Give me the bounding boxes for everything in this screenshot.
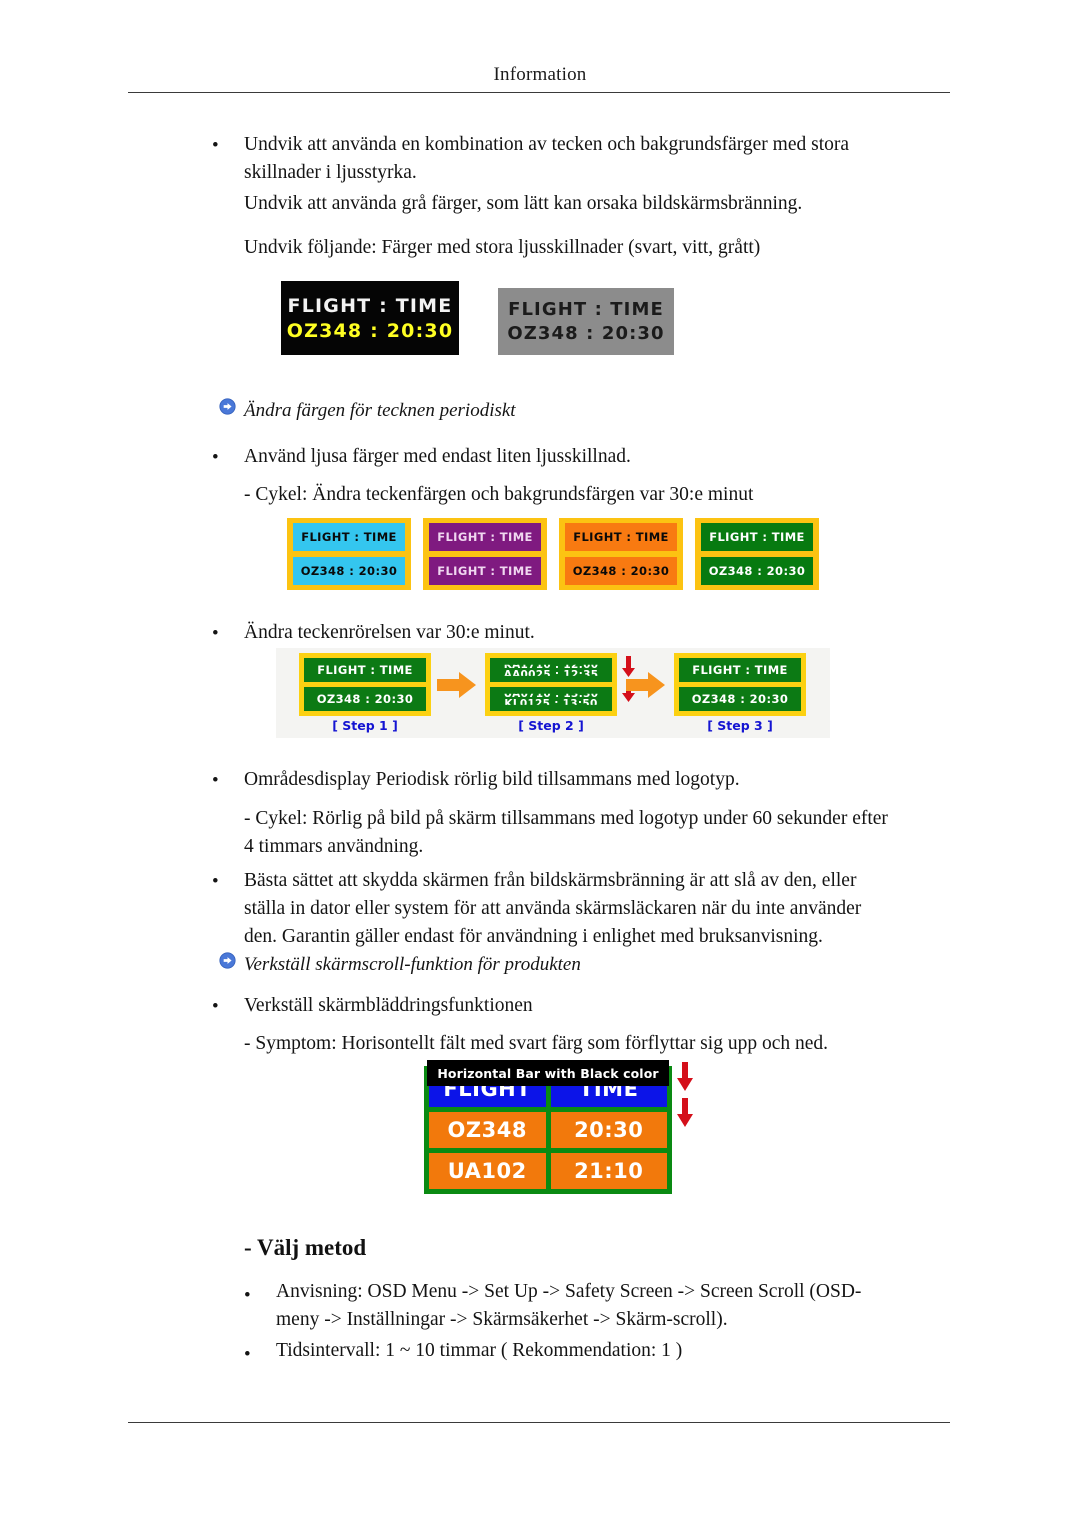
scroll-line-top: KA1710 : 12:00 xyxy=(503,658,599,671)
scroll-line-bottom: KL0125 : 13:50 xyxy=(504,697,598,710)
panel-line-1: FLIGHT : TIME xyxy=(565,523,677,551)
lcd-panel-grey: FLIGHT : TIME OZ348 : 20:30 xyxy=(498,288,674,355)
board-row-data: UA102 21:10 xyxy=(429,1153,667,1189)
panel-line-2: OZ348 : 20:30 xyxy=(293,557,405,585)
paragraph-use-bright-colors: Använd ljusa färger med endast liten lju… xyxy=(244,446,631,467)
board-cell-flight-number: OZ348 xyxy=(429,1112,546,1148)
paragraph-change-char-movement: Ändra teckenrörelsen var 30:e minut. xyxy=(244,622,535,643)
scroll-line-top: UA0710 : 13:30 xyxy=(503,687,599,700)
board-row-data: OZ348 20:30 xyxy=(429,1112,667,1148)
paragraph-best-protection: Bästa sättet att skydda skärmen från bil… xyxy=(244,870,862,947)
blue-arrow-bullet-icon xyxy=(219,398,236,415)
document-page: Information • Undvik att använda en komb… xyxy=(0,0,1080,1527)
step-line-1: FLIGHT : TIME xyxy=(679,658,801,682)
orange-right-arrow-icon xyxy=(437,672,476,698)
red-down-arrow-icon xyxy=(677,1098,693,1127)
bullet-marker: • xyxy=(212,871,219,892)
board-cell-time-value: 21:10 xyxy=(550,1153,667,1189)
lcd-line-flight-time: FLIGHT : TIME xyxy=(287,294,453,317)
bullet-marker: • xyxy=(212,447,219,468)
header-rule xyxy=(128,92,950,93)
figure-screen-scroll-bar: FLIGHT TIME OZ348 20:30 UA102 21:10 Hori… xyxy=(424,1060,696,1200)
color-panel-orange: FLIGHT : TIME OZ348 : 20:30 xyxy=(559,518,683,590)
step-panel-2: KA1710 : 12:00 AA0025 : 12:35 UA0710 : 1… xyxy=(485,653,617,716)
bullet-marker: • xyxy=(244,1344,251,1365)
board-cell-time-value: 20:30 xyxy=(550,1112,667,1148)
bullet-marker: • xyxy=(212,996,219,1017)
step-label-2: [ Step 2 ] xyxy=(518,718,584,733)
step-line-2: OZ348 : 20:30 xyxy=(304,687,426,711)
step-panel-3: FLIGHT : TIME OZ348 : 20:30 xyxy=(674,653,806,716)
lcd-line-flight-data: OZ348 : 20:30 xyxy=(507,323,665,344)
figure-step-sequence: FLIGHT : TIME OZ348 : 20:30 [ Step 1 ] K… xyxy=(276,648,830,738)
panel-line-2: OZ348 : 20:30 xyxy=(701,557,813,585)
heading-change-color-periodically: Ändra färgen för tecknen periodiskt xyxy=(244,400,516,421)
scroll-line-bottom: AA0025 : 12:35 xyxy=(503,668,599,681)
lcd-line-flight-data: OZ348 : 20:30 xyxy=(286,319,454,342)
orange-right-arrow-icon xyxy=(626,672,665,698)
heading-screen-scroll-function: Verkställ skärmscroll-funktion för produ… xyxy=(244,954,581,975)
horizontal-black-bar-caption: Horizontal Bar with Black color xyxy=(427,1060,669,1086)
page-header-title: Information xyxy=(493,64,587,85)
board-cell-flight-number: UA102 xyxy=(429,1153,546,1189)
paragraph-grey-warning: Undvik att använda grå färger, som lätt … xyxy=(244,193,803,214)
panel-line-1: FLIGHT : TIME xyxy=(429,523,541,551)
paragraph-avoid-list: Undvik följande: Färger med stora ljussk… xyxy=(244,237,761,258)
step-panel-1: FLIGHT : TIME OZ348 : 20:30 xyxy=(299,653,431,716)
color-panel-cyan: FLIGHT : TIME OZ348 : 20:30 xyxy=(287,518,411,590)
paragraph-time-interval: Tidsintervall: 1 ~ 10 timmar ( Rekommend… xyxy=(276,1340,683,1361)
blue-arrow-bullet-icon xyxy=(219,952,236,969)
step-line-2: OZ348 : 20:30 xyxy=(679,687,801,711)
paragraph-implement-scroll: Verkställ skärmbläddringsfunktionen xyxy=(244,995,533,1016)
figure-color-cycle-panels: FLIGHT : TIME OZ348 : 20:30 FLIGHT : TIM… xyxy=(287,518,827,590)
paragraph-contrast-warning: Undvik att använda en kombination av tec… xyxy=(244,134,850,183)
step-scroll-cell-2: UA0710 : 13:30 KL0125 : 13:50 xyxy=(490,687,612,711)
step-line-1: FLIGHT : TIME xyxy=(304,658,426,682)
step-label-1: [ Step 1 ] xyxy=(332,718,398,733)
color-panel-purple: FLIGHT : TIME FLIGHT : TIME xyxy=(423,518,547,590)
bullet-marker: • xyxy=(212,135,219,156)
paragraph-cycle-logo: - Cykel: Rörlig på bild på skärm tillsam… xyxy=(244,808,888,857)
section-title-select-method: - Välj metod xyxy=(244,1235,367,1260)
lcd-line-flight-time: FLIGHT : TIME xyxy=(508,299,664,320)
panel-line-1: FLIGHT : TIME xyxy=(701,523,813,551)
panel-line-2: OZ348 : 20:30 xyxy=(565,557,677,585)
paragraph-area-display: Områdesdisplay Periodisk rörlig bild til… xyxy=(244,769,740,790)
paragraph-symptom: - Symptom: Horisontellt fält med svart f… xyxy=(244,1033,829,1054)
step-label-3: [ Step 3 ] xyxy=(707,718,773,733)
bullet-marker: • xyxy=(212,770,219,791)
paragraph-osd-instructions: Anvisning: OSD Menu -> Set Up -> Safety … xyxy=(276,1281,862,1330)
bullet-marker: • xyxy=(244,1285,251,1306)
panel-line-2: FLIGHT : TIME xyxy=(429,557,541,585)
color-panel-green: FLIGHT : TIME OZ348 : 20:30 xyxy=(695,518,819,590)
paragraph-cycle-30min: - Cykel: Ändra teckenfärgen och bakgrund… xyxy=(244,484,754,505)
bullet-marker: • xyxy=(212,623,219,644)
step-scroll-cell-1: KA1710 : 12:00 AA0025 : 12:35 xyxy=(490,658,612,682)
lcd-panel-black: FLIGHT : TIME OZ348 : 20:30 xyxy=(281,281,459,355)
footer-rule xyxy=(128,1422,950,1423)
red-down-arrow-icon xyxy=(677,1062,693,1091)
panel-line-1: FLIGHT : TIME xyxy=(293,523,405,551)
